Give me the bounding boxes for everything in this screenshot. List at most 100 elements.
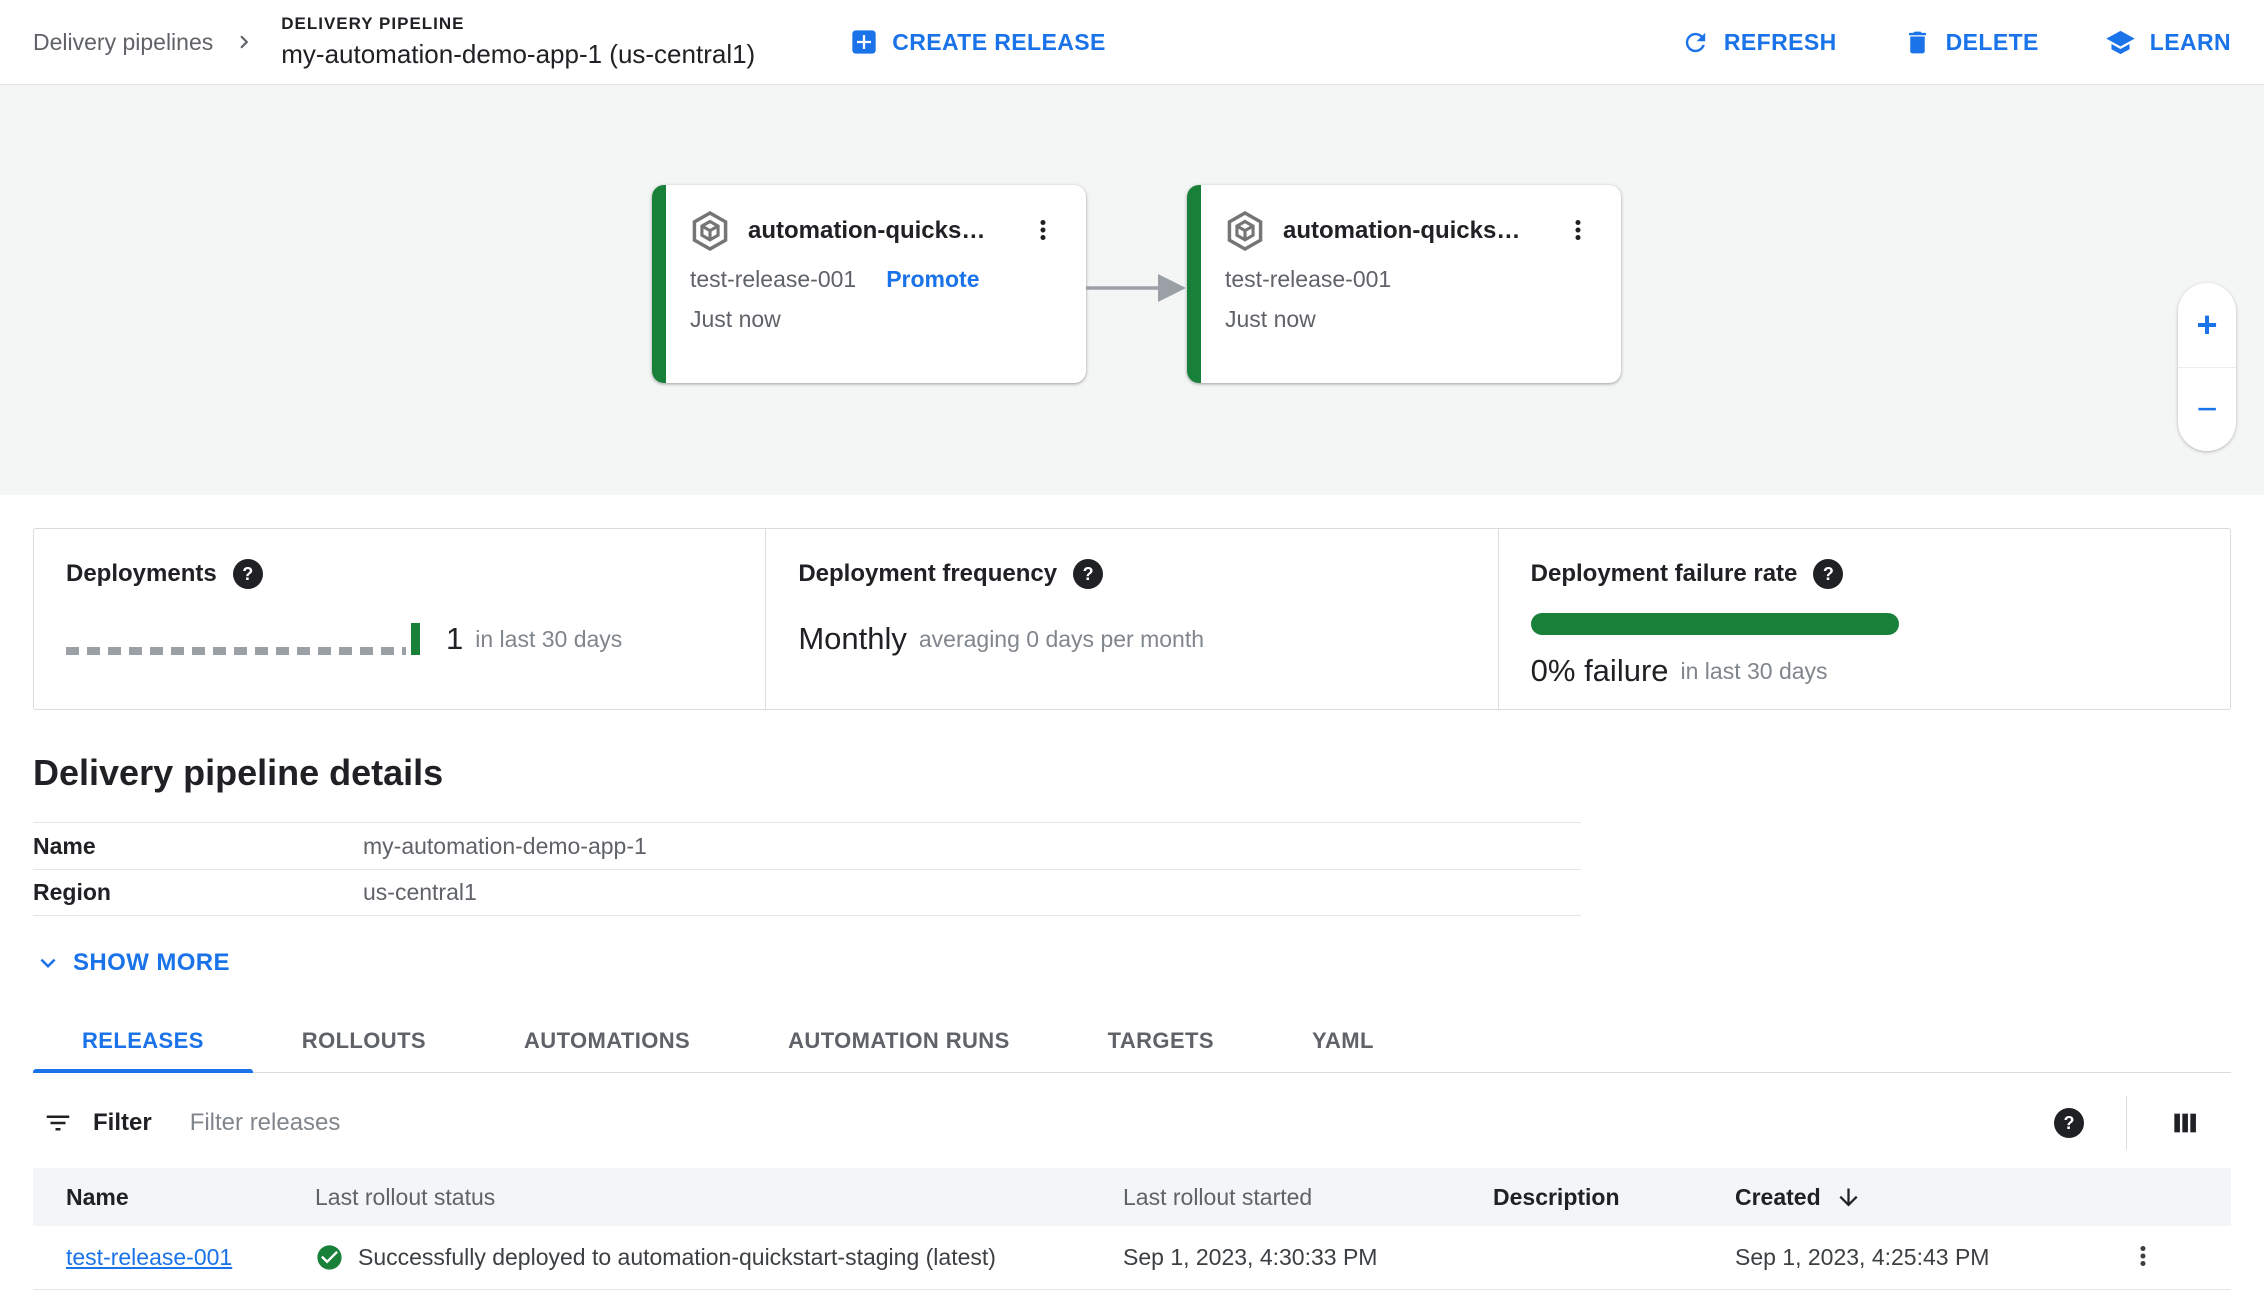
detail-label: Name bbox=[33, 832, 96, 859]
chevron-down-icon bbox=[40, 958, 56, 968]
target-card-staging[interactable]: automation-quicks… test-release-001 Prom… bbox=[652, 185, 1086, 383]
metric-label: Deployment failure rate bbox=[1530, 560, 1798, 587]
filter-bar: Filter ? bbox=[33, 1086, 2231, 1160]
promote-link[interactable]: Promote bbox=[886, 266, 979, 293]
kebab-menu-icon bbox=[2140, 1246, 2146, 1266]
page-title-block: DELIVERY PIPELINE my-automation-demo-app… bbox=[281, 14, 755, 70]
card-deploy-time: Just now bbox=[690, 306, 781, 332]
zoom-in-button[interactable]: + bbox=[2178, 283, 2236, 368]
kebab-menu-icon bbox=[1040, 219, 1046, 240]
metric-value: 1 bbox=[446, 621, 464, 656]
column-display-button[interactable] bbox=[2169, 1107, 2201, 1139]
help-icon[interactable]: ? bbox=[1073, 559, 1104, 589]
filter-releases-input[interactable] bbox=[189, 1109, 890, 1137]
zoom-out-button[interactable]: − bbox=[2178, 367, 2236, 451]
canvas-zoom-control: + − bbox=[2178, 283, 2236, 451]
refresh-button[interactable]: REFRESH bbox=[1681, 28, 1837, 57]
page-title: my-automation-demo-app-1 (us-central1) bbox=[281, 39, 756, 69]
deployments-sparkline bbox=[66, 623, 420, 655]
sparkline-dashed-line bbox=[66, 647, 406, 655]
release-status-cell: Successfully deployed to automation-quic… bbox=[315, 1243, 1123, 1272]
refresh-icon bbox=[1685, 32, 1706, 52]
details-table: Name my-automation-demo-app-1 Region us-… bbox=[33, 822, 1581, 916]
release-row: test-release-001 Successfully deployed t… bbox=[33, 1226, 2231, 1290]
delete-button[interactable]: DELETE bbox=[1903, 28, 2039, 57]
learn-school-icon bbox=[2106, 30, 2135, 54]
success-check-icon bbox=[317, 1245, 342, 1270]
show-more-button[interactable]: SHOW MORE bbox=[33, 948, 230, 978]
target-hexagon-icon bbox=[1227, 211, 1263, 251]
metric-suffix: in last 30 days bbox=[1680, 657, 1828, 684]
release-status-text: Successfully deployed to automation-quic… bbox=[358, 1244, 996, 1270]
columns-icon bbox=[2174, 1113, 2196, 1133]
card-deploy-time: Just now bbox=[1225, 306, 1316, 332]
help-icon[interactable]: ? bbox=[1813, 559, 1844, 589]
target-name: automation-quicks… bbox=[1283, 217, 1521, 244]
metrics-panel: Deployments ? 1 in last 30 days Deployme… bbox=[33, 528, 2231, 710]
detail-tabs: RELEASES ROLLOUTS AUTOMATIONS AUTOMATION… bbox=[33, 1010, 2231, 1073]
pipeline-canvas: automation-quicks… test-release-001 Prom… bbox=[0, 85, 2264, 495]
learn-button[interactable]: LEARN bbox=[2105, 27, 2231, 58]
detail-label: Region bbox=[33, 879, 111, 905]
pipeline-flow-arrow bbox=[1086, 274, 1186, 302]
card-release-name: test-release-001 bbox=[1225, 266, 1392, 292]
target-hexagon-icon bbox=[692, 211, 728, 251]
col-header-last-rollout-status[interactable]: Last rollout status bbox=[315, 1184, 1123, 1211]
failure-rate-bar bbox=[1530, 613, 1899, 635]
detail-value: my-automation-demo-app-1 bbox=[363, 832, 647, 859]
header-actions: REFRESH DELETE LEARN bbox=[1681, 27, 2231, 58]
target-status-bar bbox=[1187, 185, 1201, 383]
kebab-menu-icon bbox=[1575, 219, 1581, 240]
col-header-name[interactable]: Name bbox=[66, 1184, 315, 1211]
page-overline: DELIVERY PIPELINE bbox=[281, 14, 465, 33]
card-release-name: test-release-001 bbox=[690, 266, 857, 292]
details-row-name: Name my-automation-demo-app-1 bbox=[33, 822, 1581, 869]
col-header-description[interactable]: Description bbox=[1493, 1184, 1735, 1211]
tab-targets[interactable]: TARGETS bbox=[1059, 1010, 1263, 1072]
tab-yaml[interactable]: YAML bbox=[1263, 1010, 1423, 1072]
releases-table-header: Name Last rollout status Last rollout st… bbox=[33, 1168, 2231, 1226]
metric-value: Monthly bbox=[798, 621, 907, 656]
plus-box-icon bbox=[852, 30, 876, 54]
vertical-divider bbox=[2126, 1096, 2127, 1150]
chevron-right-icon bbox=[240, 35, 249, 49]
target-card-prod[interactable]: automation-quicks… test-release-001 Just… bbox=[1187, 185, 1621, 383]
release-name-link[interactable]: test-release-001 bbox=[66, 1244, 315, 1271]
metric-failure-rate: Deployment failure rate ? 0% failure in … bbox=[1497, 529, 2230, 709]
tab-rollouts[interactable]: ROLLOUTS bbox=[253, 1010, 475, 1072]
target-card-menu-button[interactable] bbox=[1561, 213, 1595, 250]
page-header: Delivery pipelines DELIVERY PIPELINE my-… bbox=[0, 0, 2264, 85]
release-row-menu-button[interactable] bbox=[2126, 1239, 2160, 1276]
sparkline-green-tick bbox=[411, 623, 420, 655]
metric-suffix: in last 30 days bbox=[475, 625, 623, 652]
table-help-icon[interactable]: ? bbox=[2054, 1108, 2084, 1138]
target-card-menu-button[interactable] bbox=[1026, 213, 1060, 250]
filter-button[interactable]: Filter bbox=[43, 1108, 152, 1138]
col-header-last-rollout-started[interactable]: Last rollout started bbox=[1123, 1184, 1493, 1211]
tab-releases[interactable]: RELEASES bbox=[33, 1010, 253, 1073]
target-status-bar bbox=[652, 185, 666, 383]
trash-icon bbox=[1908, 31, 1926, 53]
metric-suffix: averaging 0 days per month bbox=[918, 625, 1204, 652]
detail-value: us-central1 bbox=[363, 879, 477, 905]
metric-label: Deployment frequency bbox=[798, 560, 1058, 587]
tab-automation-runs[interactable]: AUTOMATION RUNS bbox=[739, 1010, 1059, 1072]
metric-frequency: Deployment frequency ? Monthly averaging… bbox=[765, 529, 1497, 709]
metric-label: Deployments bbox=[66, 560, 217, 587]
details-row-region: Region us-central1 bbox=[33, 869, 1581, 916]
release-started-cell: Sep 1, 2023, 4:30:33 PM bbox=[1123, 1244, 1378, 1270]
release-created-cell: Sep 1, 2023, 4:25:43 PM bbox=[1735, 1244, 1990, 1270]
col-header-created[interactable]: Created bbox=[1735, 1184, 2098, 1211]
target-name: automation-quicks… bbox=[748, 217, 986, 244]
releases-panel: Filter ? Name Last rollout status Last r… bbox=[33, 1086, 2231, 1290]
metric-value: 0% failure bbox=[1530, 653, 1669, 688]
details-heading: Delivery pipeline details bbox=[33, 752, 444, 793]
metric-deployments: Deployments ? 1 in last 30 days bbox=[34, 529, 765, 709]
filter-icon bbox=[46, 1115, 70, 1131]
breadcrumb: Delivery pipelines bbox=[33, 29, 271, 56]
create-release-button[interactable]: CREATE RELEASE bbox=[850, 28, 1105, 56]
tab-automations[interactable]: AUTOMATIONS bbox=[475, 1010, 739, 1072]
pipeline-details-section: Delivery pipeline details Name my-automa… bbox=[0, 752, 2264, 978]
breadcrumb-delivery-pipelines[interactable]: Delivery pipelines bbox=[33, 29, 213, 56]
help-icon[interactable]: ? bbox=[232, 559, 263, 589]
